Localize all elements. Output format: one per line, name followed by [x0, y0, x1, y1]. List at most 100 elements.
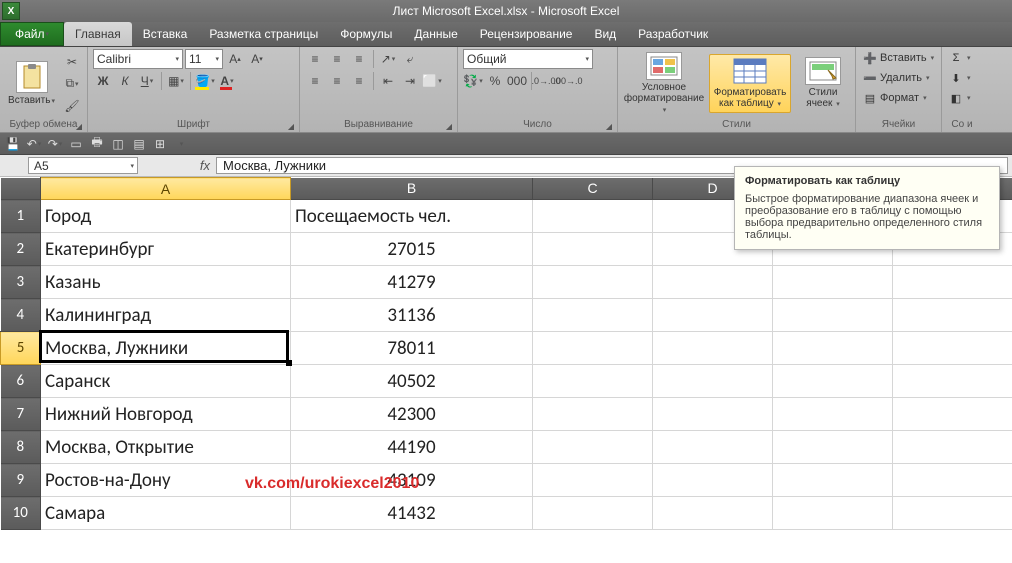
cell-C7[interactable]	[533, 398, 653, 431]
cell-C6[interactable]	[533, 365, 653, 398]
cell-E7[interactable]	[773, 398, 893, 431]
ribbon-tab-4[interactable]: Данные	[403, 22, 468, 46]
copy-button[interactable]: ⧉▾	[62, 74, 82, 94]
cell-D3[interactable]	[653, 266, 773, 299]
wrap-text-button[interactable]: ⤶	[400, 49, 420, 69]
cell-E9[interactable]	[773, 464, 893, 497]
cell-D5[interactable]	[653, 332, 773, 365]
fx-icon[interactable]: fx	[200, 158, 210, 173]
row-header-8[interactable]: 8	[1, 431, 41, 464]
cell-B4[interactable]: 31136	[291, 299, 533, 332]
comma-button[interactable]: 000	[507, 71, 527, 91]
clear-button[interactable]: ◧▾	[947, 89, 973, 107]
file-tab[interactable]: Файл▾	[0, 22, 64, 46]
row-header-4[interactable]: 4	[1, 299, 41, 332]
ribbon-tab-3[interactable]: Формулы	[329, 22, 403, 46]
cell-A8[interactable]: Москва, Открытие	[41, 431, 291, 464]
cell-C4[interactable]	[533, 299, 653, 332]
cell-styles-button[interactable]: Стили ячеек ▾	[795, 55, 851, 112]
align-right-button[interactable]: ≡	[349, 71, 369, 91]
ribbon-tab-0[interactable]: Главная	[64, 22, 132, 46]
cell-A1[interactable]: Город	[41, 200, 291, 233]
cell-A5[interactable]: Москва, Лужники	[41, 332, 291, 365]
cell-C10[interactable]	[533, 497, 653, 530]
cell-F3[interactable]	[893, 266, 1012, 299]
cell-F10[interactable]	[893, 497, 1012, 530]
cell-A10[interactable]: Самара	[41, 497, 291, 530]
align-left-button[interactable]: ≡	[305, 71, 325, 91]
format-painter-button[interactable]: 🖌	[62, 96, 82, 116]
qat-redo-button[interactable]: ↷▾	[46, 135, 64, 153]
qat-undo-button[interactable]: ↶▾	[25, 135, 43, 153]
cell-A7[interactable]: Нижний Новгород	[41, 398, 291, 431]
delete-cells-button[interactable]: ➖Удалить▾	[861, 69, 932, 87]
align-top-button[interactable]: ≡	[305, 49, 325, 69]
qat-btn8[interactable]: ⊞	[151, 135, 169, 153]
cell-B7[interactable]: 42300	[291, 398, 533, 431]
cell-C5[interactable]	[533, 332, 653, 365]
font-size-combo[interactable]: 11▾	[185, 49, 223, 69]
ribbon-tab-6[interactable]: Вид	[583, 22, 627, 46]
cell-E8[interactable]	[773, 431, 893, 464]
row-header-1[interactable]: 1	[1, 200, 41, 233]
cell-D10[interactable]	[653, 497, 773, 530]
cell-E10[interactable]	[773, 497, 893, 530]
alignment-launcher[interactable]: ◢	[444, 122, 454, 132]
cell-C1[interactable]	[533, 200, 653, 233]
qat-btn6[interactable]: ◫	[109, 135, 127, 153]
fill-color-button[interactable]: 🪣▾	[195, 71, 215, 91]
col-header-B[interactable]: B	[291, 178, 533, 200]
accounting-format-button[interactable]: 💱▾	[463, 71, 483, 91]
borders-button[interactable]: ▦▾	[166, 71, 186, 91]
qat-btn7[interactable]: ▤	[130, 135, 148, 153]
format-cells-button[interactable]: ▤Формат▾	[861, 89, 929, 107]
cell-D9[interactable]	[653, 464, 773, 497]
ribbon-tab-2[interactable]: Разметка страницы	[198, 22, 329, 46]
cell-D6[interactable]	[653, 365, 773, 398]
row-header-3[interactable]: 3	[1, 266, 41, 299]
font-name-combo[interactable]: Calibri▾	[93, 49, 183, 69]
cell-C3[interactable]	[533, 266, 653, 299]
underline-button[interactable]: Ч▾	[137, 71, 157, 91]
cell-E5[interactable]	[773, 332, 893, 365]
qat-btn4[interactable]: ▭	[67, 135, 85, 153]
conditional-formatting-button[interactable]: Условное форматирование ▾	[623, 50, 705, 118]
cell-C2[interactable]	[533, 233, 653, 266]
row-header-9[interactable]: 9	[1, 464, 41, 497]
format-as-table-button[interactable]: Форматировать как таблицу ▾	[709, 54, 791, 113]
cell-A4[interactable]: Калининград	[41, 299, 291, 332]
number-format-combo[interactable]: Общий▾	[463, 49, 593, 69]
paste-button[interactable]: Вставить▾	[5, 59, 58, 109]
cell-A3[interactable]: Казань	[41, 266, 291, 299]
insert-cells-button[interactable]: ➕Вставить▾	[861, 49, 936, 67]
cell-B2[interactable]: 27015	[291, 233, 533, 266]
font-color-button[interactable]: A▾	[217, 71, 237, 91]
cell-F4[interactable]	[893, 299, 1012, 332]
cell-B8[interactable]: 44190	[291, 431, 533, 464]
cell-E6[interactable]	[773, 365, 893, 398]
qat-customize[interactable]: ▾	[172, 135, 190, 153]
cell-B1[interactable]: Посещаемость чел.	[291, 200, 533, 233]
align-middle-button[interactable]: ≡	[327, 49, 347, 69]
row-header-6[interactable]: 6	[1, 365, 41, 398]
clipboard-launcher[interactable]: ◢	[74, 122, 84, 132]
merge-button[interactable]: ⬜▾	[422, 71, 442, 91]
decrease-font-button[interactable]: A▾	[247, 49, 267, 69]
select-all-corner[interactable]	[1, 178, 41, 200]
cell-B3[interactable]: 41279	[291, 266, 533, 299]
ribbon-tab-5[interactable]: Рецензирование	[469, 22, 584, 46]
row-header-2[interactable]: 2	[1, 233, 41, 266]
increase-font-button[interactable]: A▴	[225, 49, 245, 69]
cell-B5[interactable]: 78011	[291, 332, 533, 365]
name-box[interactable]: A5▾	[28, 157, 138, 174]
row-header-10[interactable]: 10	[1, 497, 41, 530]
cut-button[interactable]: ✂	[62, 52, 82, 72]
col-header-A[interactable]: A	[41, 178, 291, 200]
bold-button[interactable]: Ж	[93, 71, 113, 91]
number-launcher[interactable]: ◢	[604, 122, 614, 132]
autosum-button[interactable]: Σ▾	[947, 49, 973, 67]
fill-button[interactable]: ⬇▾	[947, 69, 973, 87]
cell-C8[interactable]	[533, 431, 653, 464]
cell-B10[interactable]: 41432	[291, 497, 533, 530]
cell-F9[interactable]	[893, 464, 1012, 497]
